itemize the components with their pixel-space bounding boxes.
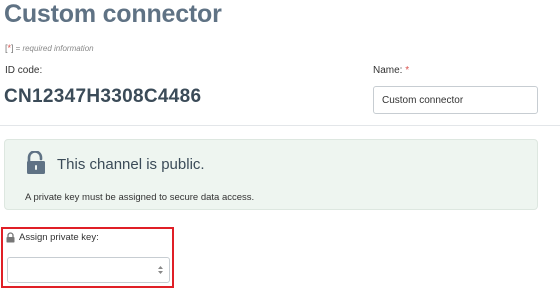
padlock-icon [6,232,15,243]
assign-private-key-section: Assign private key: [1,227,174,288]
required-note: [*] = required information [5,43,94,53]
required-star: * [405,65,410,76]
private-key-select[interactable] [7,257,170,283]
assign-private-key-label: Assign private key: [6,232,99,243]
id-code-value: CN12347H3308C4486 [4,86,202,107]
name-label: Name: * [373,65,409,76]
name-label-text: Name: [373,65,403,76]
assign-private-key-text: Assign private key: [19,232,99,243]
required-note-text: = required information [15,43,94,53]
page-title: Custom connector [4,0,222,28]
id-code-label: ID code: [5,65,43,76]
divider [0,125,560,126]
name-input[interactable] [373,86,538,114]
public-channel-description: A private key must be assigned to secure… [25,192,255,203]
public-channel-panel: This channel is public. A private key mu… [4,139,538,210]
select-arrows-icon [158,266,163,274]
unlocked-padlock-icon [27,151,45,174]
public-channel-title: This channel is public. [57,156,205,173]
required-marker: [*] [5,43,14,53]
